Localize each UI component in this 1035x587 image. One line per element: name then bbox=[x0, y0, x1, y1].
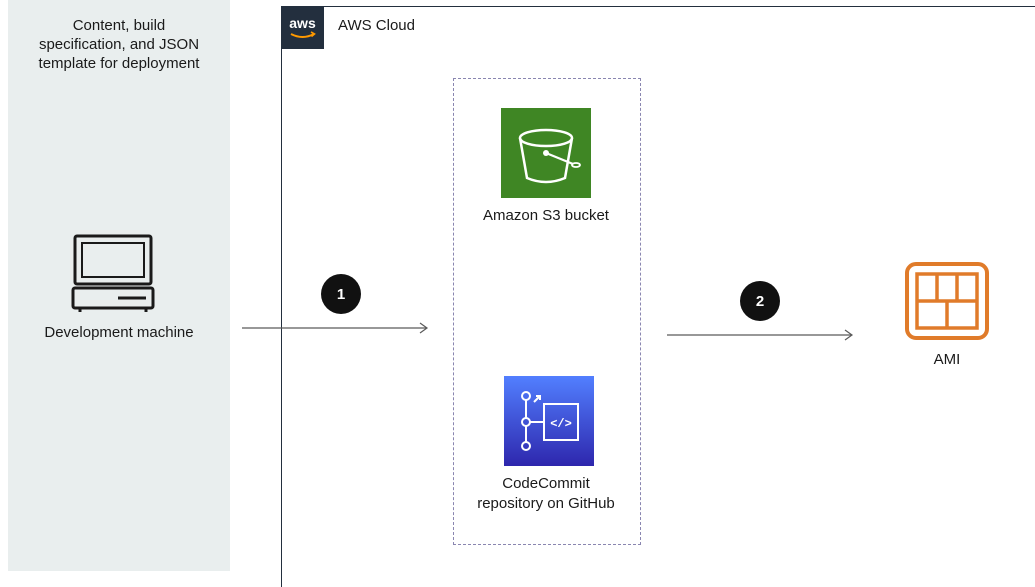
caption-line-2: specification, and JSON bbox=[38, 36, 200, 53]
caption-line-1: Content, build bbox=[72, 17, 166, 34]
dev-machine-label: Development machine bbox=[44, 324, 194, 341]
step-1-badge: 1 bbox=[321, 274, 361, 314]
aws-logo-icon: aws bbox=[281, 6, 324, 49]
source-panel-caption: Content, build specification, and JSON t… bbox=[8, 16, 230, 73]
computer-icon bbox=[71, 234, 155, 312]
aws-cloud-label: AWS Cloud bbox=[338, 17, 415, 34]
caption-line-3: template for deployment bbox=[38, 55, 200, 72]
codecommit-label-line-1: CodeCommit bbox=[502, 475, 590, 492]
svg-text:</>: </> bbox=[550, 417, 572, 431]
codecommit-label-line-2: repository on GitHub bbox=[477, 495, 615, 512]
ami-icon bbox=[905, 262, 989, 340]
codecommit-label: CodeCommit repository on GitHub bbox=[453, 474, 639, 514]
codecommit-icon: </> bbox=[504, 376, 594, 466]
step-2-badge: 2 bbox=[740, 281, 780, 321]
s3-bucket-label: Amazon S3 bucket bbox=[483, 207, 609, 224]
aws-logo-text: aws bbox=[289, 15, 316, 31]
s3-bucket-icon bbox=[501, 108, 591, 198]
ami-label: AMI bbox=[933, 351, 961, 368]
